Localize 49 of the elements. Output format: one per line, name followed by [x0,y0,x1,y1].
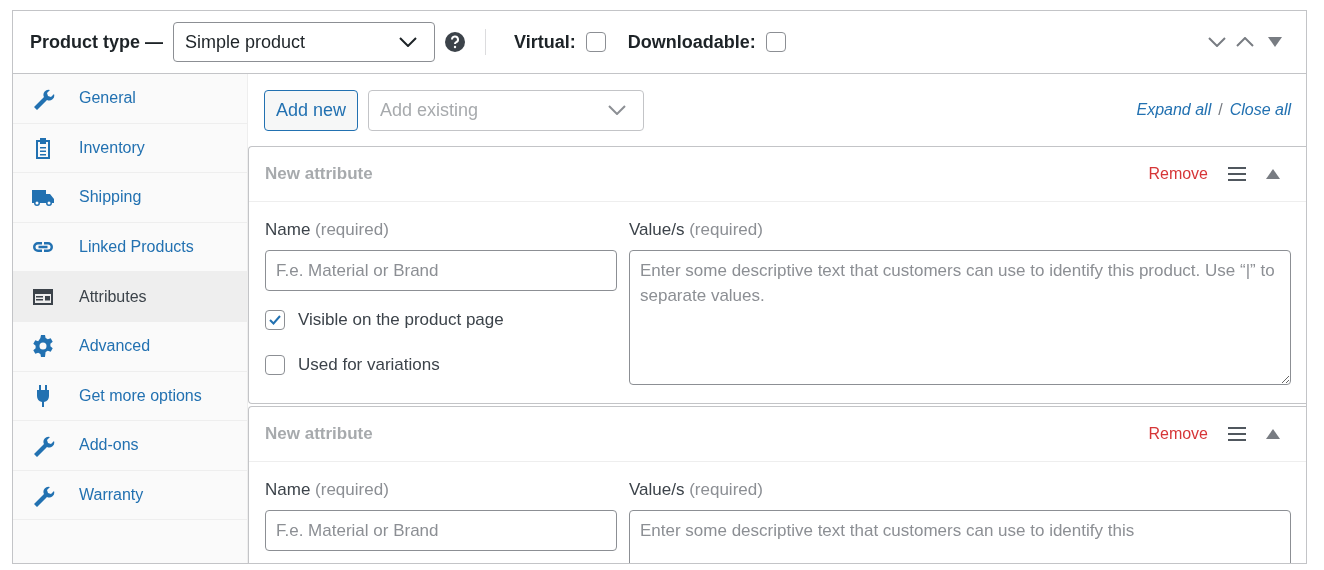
field-hint: (required) [689,480,763,499]
sidebar-item[interactable]: Attributes [13,272,247,322]
field-label: Name [265,220,311,239]
checkbox[interactable] [265,354,285,375]
gear-icon [31,334,55,359]
attribute-title: New attribute [265,164,374,184]
field-hint: (required) [315,480,389,499]
sidebar-item[interactable]: Advanced [13,321,247,372]
values-textarea[interactable]: Enter some descriptive text that customers can use to identify this product. Use “|” to separate values. [629,250,1291,385]
drag-handle-icon[interactable] [1228,427,1246,441]
name-input[interactable]: F.e. Material or Brand [265,510,617,551]
sidebar-item[interactable]: General [13,74,247,124]
checkbox[interactable] [765,32,786,52]
sidebar-item[interactable]: Inventory [13,123,247,174]
expand-all-link[interactable]: Expand all [1136,101,1212,119]
checkbox-label: Visible on the product page [298,309,504,330]
values-textarea[interactable]: Enter some descriptive text that customers can use to identify this [629,510,1291,563]
chevron-down-icon[interactable] [1208,37,1226,47]
chevron-up-icon[interactable] [1236,37,1254,47]
name-input[interactable]: F.e. Material or Brand [265,250,617,291]
remove-link[interactable]: Remove [1148,165,1208,183]
field-label: Value/s [629,480,685,499]
help-icon[interactable] [445,32,465,52]
triangle-down-icon[interactable] [1268,37,1282,47]
checkbox[interactable] [265,309,285,330]
field-label: Value/s [629,220,685,239]
sidebar-item[interactable]: Warranty [13,470,247,521]
drag-handle-icon[interactable] [1228,167,1246,181]
checkbox-label: Used for variations [298,354,440,375]
sidebar-item[interactable]: Shipping [13,173,247,223]
field-hint: (required) [315,220,389,239]
option-label: Virtual: [514,31,576,53]
sidebar-item[interactable]: Add-ons [13,421,247,471]
sidebar-item[interactable]: Get more options [13,371,247,422]
field-hint: (required) [689,220,763,239]
separator: / [1218,101,1223,119]
triangle-up-icon[interactable] [1266,169,1280,179]
add-new-button[interactable]: Add new [264,89,359,131]
checkbox[interactable] [585,32,606,52]
product-type-label: Product type — [30,31,163,53]
field-label: Name [265,480,311,499]
attribute-title: New attribute [265,424,374,444]
chevron-down-icon [399,37,417,47]
remove-link[interactable]: Remove [1148,425,1208,443]
option-label: Downloadable: [627,31,756,53]
product-type-select[interactable]: Simple product [173,22,435,62]
close-all-link[interactable]: Close all [1229,101,1291,119]
chevron-down-icon [608,105,627,115]
triangle-up-icon[interactable] [1266,429,1280,439]
